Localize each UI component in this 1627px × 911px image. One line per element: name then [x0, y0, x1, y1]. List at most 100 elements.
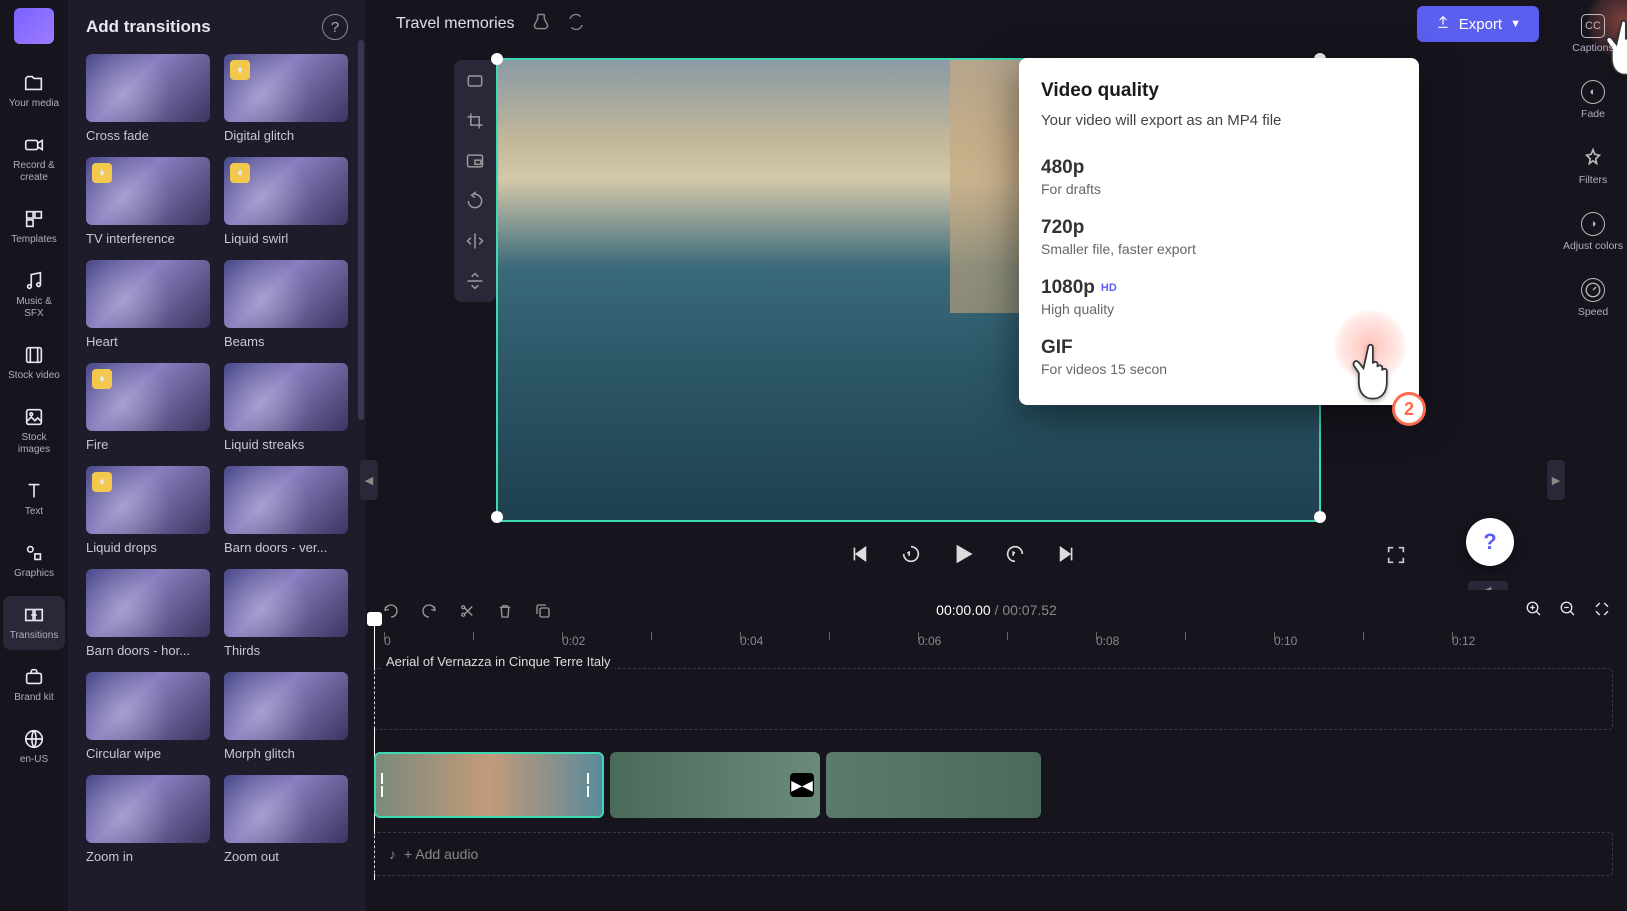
timeline-tracks: Aerial of Vernazza in Cinque Terre Italy… [366, 668, 1627, 730]
add-audio-label: + Add audio [404, 846, 478, 862]
rewind-icon[interactable] [897, 540, 925, 568]
transition-item[interactable]: Zoom out [224, 775, 348, 864]
redo-icon[interactable] [420, 602, 440, 622]
skip-prev-icon[interactable] [845, 540, 873, 568]
transition-item[interactable]: Barn doors - ver... [224, 466, 348, 555]
project-title[interactable]: Travel memories [396, 15, 515, 33]
topbar: Travel memories Export ▼ [366, 0, 1559, 48]
transition-item[interactable]: Barn doors - hor... [86, 569, 210, 658]
rail-speed[interactable]: Speed [1576, 272, 1610, 324]
fullscreen-icon[interactable] [1385, 544, 1409, 568]
transition-item[interactable]: Beams [224, 260, 348, 349]
resize-handle[interactable] [1314, 511, 1326, 523]
rail-your-media[interactable]: Your media [3, 64, 65, 118]
transition-item[interactable]: Liquid streaks [224, 363, 348, 452]
transition-item[interactable]: ♦ Fire [86, 363, 210, 452]
zoom-out-icon[interactable] [1559, 600, 1577, 623]
right-collapse-icon[interactable]: ▶ [1547, 460, 1565, 500]
quality-option[interactable]: 720pSmaller file, faster export [1041, 207, 1397, 267]
rail-transitions[interactable]: Transitions [3, 596, 65, 650]
preview-tools [454, 60, 496, 302]
resize-handle[interactable] [491, 53, 503, 65]
quality-option[interactable]: 1080p HDHigh quality [1041, 267, 1397, 327]
clip-handle-left[interactable] [380, 773, 392, 797]
rail-graphics[interactable]: Graphics [3, 534, 65, 588]
skip-next-icon[interactable] [1053, 540, 1081, 568]
transition-item[interactable]: Cross fade [86, 54, 210, 143]
transition-item[interactable]: Thirds [224, 569, 348, 658]
music-icon: ♪ [389, 846, 396, 862]
scrollbar[interactable] [358, 40, 364, 420]
captions-icon: CC [1581, 14, 1605, 38]
flip-v-icon[interactable] [464, 270, 486, 292]
transition-thumb: ♦ [86, 157, 210, 225]
audio-track[interactable]: ♪ + Add audio [374, 832, 1613, 876]
forward-icon[interactable] [1001, 540, 1029, 568]
panel-help-icon[interactable]: ? [322, 14, 348, 40]
transition-label: Zoom in [86, 849, 210, 864]
zoom-fit-icon[interactable] [1593, 600, 1611, 623]
timeline: 00:00.00 / 00:07.52 00:020:040:060:080:1… [366, 590, 1627, 911]
adjust-icon: ◑ [1581, 212, 1605, 236]
folder-icon [23, 72, 45, 94]
premium-icon: ♦ [92, 369, 112, 389]
resize-handle[interactable] [491, 511, 503, 523]
transitions-panel: Add transitions ? Cross fade♦Digital gli… [68, 0, 366, 911]
transition-label: Zoom out [224, 849, 348, 864]
rail-record-create[interactable]: Record & create [3, 126, 65, 192]
transition-item[interactable]: ♦TV interference [86, 157, 210, 246]
rail-music-sfx[interactable]: Music & SFX [3, 262, 65, 328]
text-track-zone[interactable] [374, 668, 1613, 730]
rail-text[interactable]: Text [3, 472, 65, 526]
rail-fade[interactable]: ◐Fade [1579, 74, 1607, 126]
split-icon[interactable] [458, 602, 478, 622]
transition-item[interactable]: ♦Digital glitch [224, 54, 348, 143]
quality-desc: For drafts [1041, 181, 1397, 197]
transition-label: Heart [86, 334, 210, 349]
video-clip[interactable] [826, 752, 1041, 818]
crop-icon[interactable] [464, 110, 486, 132]
duplicate-icon[interactable] [534, 602, 554, 622]
transition-item[interactable]: Zoom in [86, 775, 210, 864]
premium-icon: ♦ [230, 163, 250, 183]
zoom-in-icon[interactable] [1525, 600, 1543, 623]
camera-icon [23, 134, 45, 156]
play-icon[interactable] [949, 540, 977, 568]
quality-desc: For videos 15 secon [1041, 361, 1397, 377]
transition-marker-icon[interactable]: ▶◀ [790, 773, 814, 797]
rail-stock-video[interactable]: Stock video [3, 336, 65, 390]
quality-option[interactable]: GIFFor videos 15 secon [1041, 327, 1397, 387]
current-time: 00:00.00 [936, 602, 991, 618]
transitions-icon [23, 604, 45, 626]
transition-item[interactable]: Circular wipe [86, 672, 210, 761]
video-clip[interactable]: ▶◀ [610, 752, 820, 818]
transition-thumb [224, 363, 348, 431]
rotate-icon[interactable] [464, 190, 486, 212]
app-logo[interactable] [14, 8, 54, 44]
rail-templates[interactable]: Templates [3, 200, 65, 254]
rail-adjust-colors[interactable]: ◑Adjust colors [1561, 206, 1625, 258]
image-icon [23, 406, 45, 428]
transition-label: Fire [86, 437, 210, 452]
timeline-timecode: 00:00.00 / 00:07.52 [936, 602, 1057, 618]
fit-icon[interactable] [464, 70, 486, 92]
rail-brand-kit[interactable]: Brand kit [3, 658, 65, 712]
video-clip[interactable] [374, 752, 604, 818]
transition-item[interactable]: ♦Liquid swirl [224, 157, 348, 246]
help-button[interactable]: ? [1466, 518, 1514, 566]
pip-icon[interactable] [464, 150, 486, 172]
transition-item[interactable]: Morph glitch [224, 672, 348, 761]
rail-locale[interactable]: en-US [3, 720, 65, 774]
quality-option[interactable]: 480pFor drafts [1041, 147, 1397, 207]
rail-stock-images[interactable]: Stock images [3, 398, 65, 464]
transition-item[interactable]: ♦Liquid drops [86, 466, 210, 555]
transition-thumb: ♦ [224, 54, 348, 122]
rail-filters[interactable]: Filters [1577, 140, 1610, 192]
undo-icon[interactable] [382, 602, 402, 622]
transition-item[interactable]: Heart [86, 260, 210, 349]
clip-handle-right[interactable] [586, 773, 598, 797]
export-button[interactable]: Export ▼ [1417, 6, 1539, 42]
flip-h-icon[interactable] [464, 230, 486, 252]
delete-icon[interactable] [496, 602, 516, 622]
rail-captions[interactable]: CCCaptions [1570, 8, 1615, 60]
